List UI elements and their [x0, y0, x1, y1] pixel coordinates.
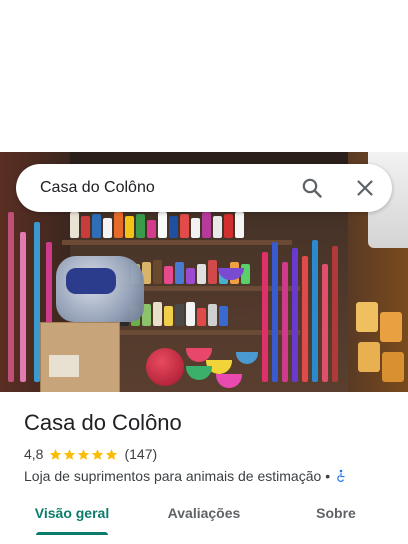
- wheelchair-accessible-icon: [337, 469, 345, 482]
- tab-bar: Visão geral Avaliações Sobre: [0, 492, 408, 536]
- rating-row[interactable]: 4,8 (147): [24, 444, 157, 464]
- search-query-text[interactable]: Casa do Colôno: [40, 164, 155, 212]
- star-icon: [50, 448, 62, 460]
- top-blank-area: [0, 0, 408, 152]
- tab-reviews[interactable]: Avaliações: [156, 492, 252, 534]
- rating-value: 4,8: [24, 446, 44, 462]
- place-category: Loja de suprimentos para animais de esti…: [24, 468, 322, 484]
- search-bar[interactable]: Casa do Colôno: [16, 164, 392, 212]
- star-rating: [49, 448, 118, 461]
- star-icon: [106, 448, 118, 460]
- star-icon: [78, 448, 90, 460]
- category-row: Loja de suprimentos para animais de esti…: [24, 466, 348, 486]
- place-info-panel: Casa do Colôno 4,8 (147) Loja de suprime…: [0, 392, 408, 544]
- star-icon: [64, 448, 76, 460]
- search-icon[interactable]: [300, 176, 324, 200]
- review-count[interactable]: (147): [124, 446, 157, 462]
- close-icon[interactable]: [353, 176, 377, 200]
- separator-dot: •: [325, 468, 331, 484]
- tab-overview[interactable]: Visão geral: [24, 492, 120, 534]
- place-title: Casa do Colôno: [24, 410, 182, 435]
- star-icon: [92, 448, 104, 460]
- active-tab-indicator: [36, 532, 108, 535]
- tab-about[interactable]: Sobre: [296, 492, 376, 534]
